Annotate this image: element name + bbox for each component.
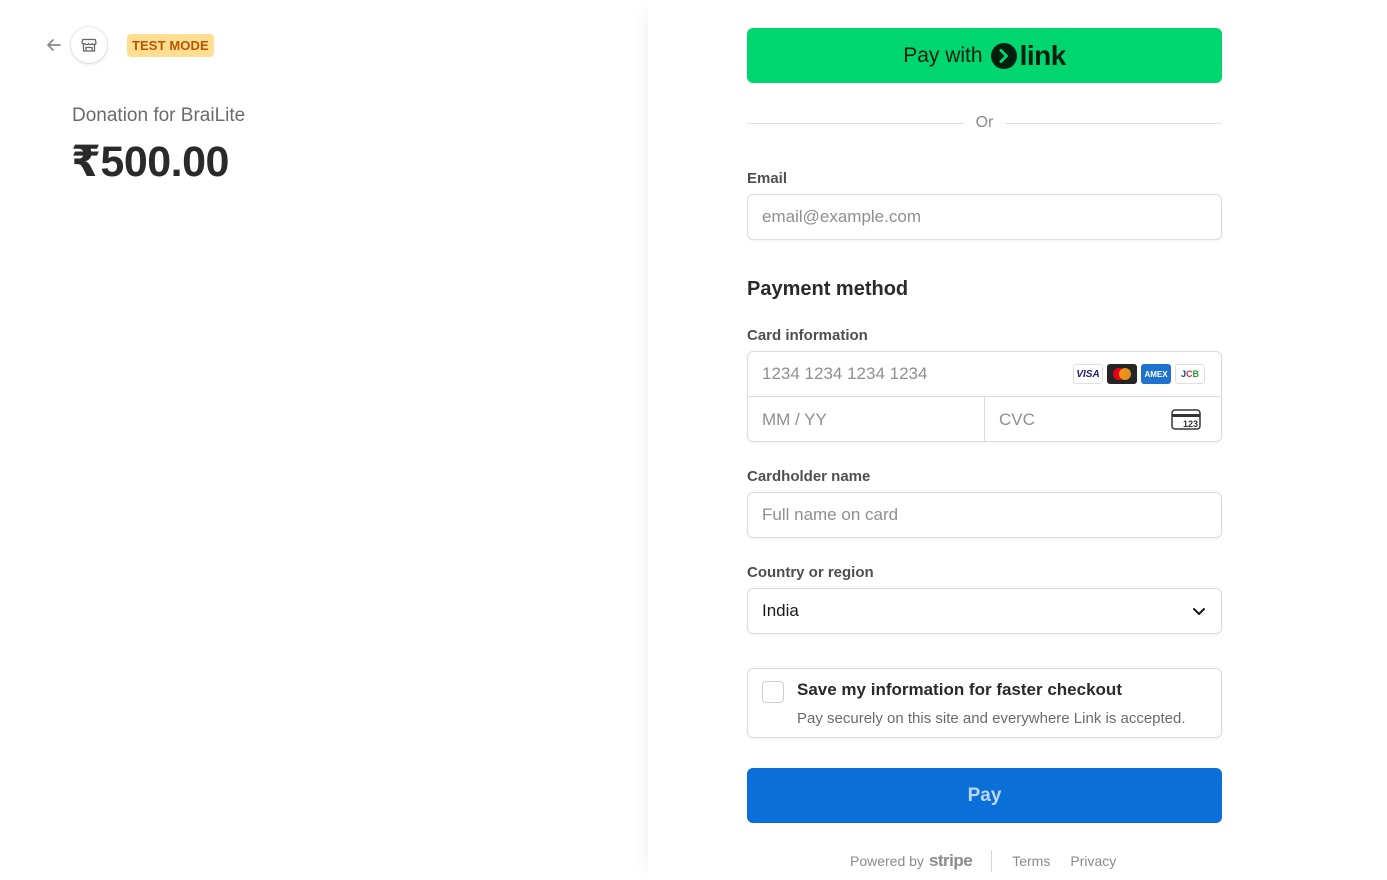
card-cvc-field[interactable]: CVC 123	[985, 397, 1221, 442]
divider-line	[747, 122, 964, 124]
amex-icon: AMEX	[1141, 364, 1171, 384]
save-info-subtitle: Pay securely on this site and everywhere…	[797, 710, 1186, 727]
link-logo: link	[990, 39, 1067, 72]
card-info-group: 1234 1234 1234 1234 VISA AMEX JCB MM / Y…	[747, 351, 1222, 442]
email-field[interactable]: email@example.com	[747, 194, 1222, 240]
card-brands: VISA AMEX JCB	[1073, 364, 1205, 384]
link-brand-text: link	[1019, 39, 1067, 71]
country-label: Country or region	[747, 564, 874, 581]
expiry-placeholder: MM / YY	[762, 409, 827, 429]
footer: Powered by stripe Terms Privacy	[850, 850, 1116, 872]
chevron-down-icon	[1193, 608, 1205, 615]
save-info-title: Save my information for faster checkout	[797, 680, 1122, 699]
privacy-link[interactable]: Privacy	[1070, 853, 1116, 869]
footer-divider	[991, 850, 993, 872]
country-value: India	[762, 601, 799, 620]
amount-total: ₹500.00	[71, 138, 229, 186]
cvc-card-icon: 123	[1171, 409, 1201, 430]
divider-line	[1005, 122, 1222, 124]
powered-by-stripe[interactable]: Powered by stripe	[850, 851, 973, 871]
email-placeholder: email@example.com	[762, 207, 921, 226]
test-mode-badge: TEST MODE	[127, 34, 214, 57]
pay-with-link-button[interactable]: Pay with link	[747, 28, 1222, 83]
cvc-placeholder: CVC	[999, 409, 1035, 429]
email-label: Email	[747, 170, 788, 187]
visa-icon: VISA	[1073, 364, 1103, 384]
cardholder-label: Cardholder name	[747, 468, 871, 485]
store-icon	[71, 27, 107, 63]
country-select[interactable]: India	[747, 588, 1222, 634]
product-name: Donation for BraiLite	[72, 105, 246, 126]
or-divider: Or	[747, 113, 1222, 133]
pay-button[interactable]: Pay	[747, 768, 1222, 823]
card-number-placeholder: 1234 1234 1234 1234	[762, 364, 928, 383]
back-arrow-icon[interactable]	[44, 35, 64, 55]
save-info-checkbox[interactable]	[762, 681, 784, 703]
stripe-logo: stripe	[928, 851, 973, 870]
pay-with-label: Pay with	[903, 43, 983, 67]
payment-method-title: Payment method	[747, 278, 909, 300]
cardholder-placeholder: Full name on card	[762, 505, 899, 524]
link-chevron-icon	[990, 42, 1017, 69]
jcb-icon: JCB	[1175, 364, 1205, 384]
cardholder-name-field[interactable]: Full name on card	[747, 492, 1222, 538]
save-info-box: Save my information for faster checkout …	[747, 668, 1222, 738]
order-summary-panel: TEST MODE Donation for BraiLite ₹500.00	[0, 0, 648, 880]
terms-link[interactable]: Terms	[1012, 853, 1050, 869]
powered-by-text: Powered by	[850, 853, 924, 869]
cvc-icon-text: 123	[1183, 419, 1198, 429]
or-text: Or	[975, 114, 994, 131]
card-expiry-field[interactable]: MM / YY	[748, 397, 985, 442]
card-info-label: Card information	[747, 327, 868, 344]
mastercard-icon	[1107, 364, 1137, 384]
